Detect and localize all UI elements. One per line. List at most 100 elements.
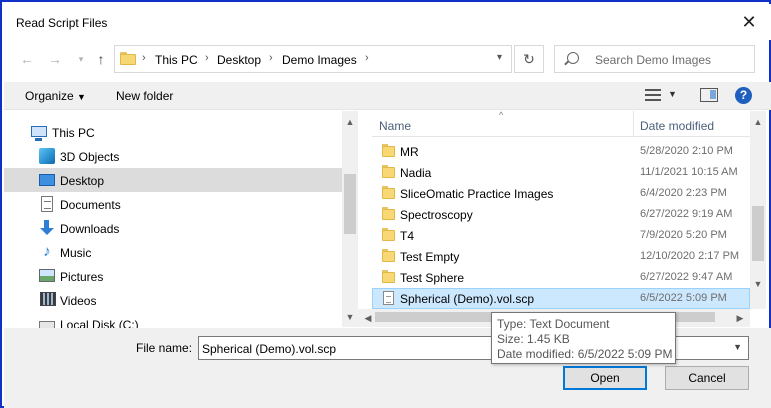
picture-icon [39,269,55,282]
chevron-down-icon[interactable]: ▼ [733,342,742,352]
navigation-row: ← → ▾ ↑ › This PC › Desktop › Demo Image… [4,42,771,76]
nav-item-label: 3D Objects [60,150,120,164]
address-bar[interactable]: › This PC › Desktop › Demo Images › ▾ [114,45,512,73]
file-date: 7/9/2020 5:20 PM [640,229,727,241]
new-folder-button[interactable]: New folder [116,89,173,103]
dialog-window: Read Script Files ✕ ← → ▾ ↑ › This PC › … [0,0,771,408]
command-bar: Organize ▼ New folder ▼ ? [4,82,771,110]
search-icon [567,52,579,64]
file-date: 6/5/2022 5:09 PM [640,292,727,304]
file-date: 6/4/2020 2:23 PM [640,187,727,199]
scroll-up-icon[interactable]: ▲ [342,114,358,130]
file-name-label: File name: [136,341,193,355]
folder-icon [382,144,396,158]
organize-label: Organize [25,89,74,103]
nav-item-music[interactable]: ♪ Music [4,240,342,264]
file-name: T4 [400,229,415,243]
file-row[interactable]: Spectroscopy 6/27/2022 9:19 AM [372,204,750,225]
organize-button[interactable]: Organize ▼ [25,89,86,103]
file-row[interactable]: SliceOmatic Practice Images 6/4/2020 2:2… [372,183,750,204]
scroll-up-icon[interactable]: ▲ [750,114,766,130]
view-dropdown-icon[interactable]: ▼ [668,89,677,99]
music-note-icon: ♪ [43,243,51,260]
file-list-scrollbar[interactable]: ▲ ▼ [750,111,766,309]
open-button[interactable]: Open [563,366,647,390]
dialog-title: Read Script Files [16,16,108,30]
scrollbar-thumb[interactable] [344,174,356,234]
tooltip-type: Type: Text Document [497,317,610,331]
file-name: SliceOmatic Practice Images [400,187,554,201]
nav-item-this-pc[interactable]: This PC [4,120,342,144]
file-name-value: Spherical (Demo).vol.scp [202,342,337,356]
help-icon[interactable]: ? [735,87,752,104]
cancel-button[interactable]: Cancel [665,366,749,390]
file-name: Spherical (Demo).vol.scp [400,292,535,306]
file-name: Test Sphere [400,271,465,285]
scroll-left-icon[interactable]: ◀ [360,309,376,327]
film-icon [40,292,56,306]
column-header-date[interactable]: Date modified [640,119,714,133]
scroll-right-icon[interactable]: ▶ [732,309,748,327]
folder-icon [382,207,396,221]
nav-item-downloads[interactable]: Downloads [4,216,342,240]
sort-ascending-icon: ^ [499,110,504,120]
desktop-icon [39,174,55,186]
folder-icon [120,52,136,65]
folder-icon [382,270,396,284]
back-arrow-icon[interactable]: ← [18,51,36,67]
nav-item-label: Desktop [60,174,105,188]
column-header-row: ^ Name Date modified [372,110,750,137]
file-row[interactable]: Test Sphere 6/27/2022 9:47 AM [372,267,750,288]
forward-arrow-icon[interactable]: → [46,51,64,67]
column-header-name[interactable]: Name [379,119,411,133]
breadcrumb-chevron-icon: › [142,52,146,64]
nav-item-documents[interactable]: Documents [4,192,342,216]
file-row[interactable]: Nadia 11/1/2021 10:15 AM [372,162,750,183]
computer-icon [31,126,47,141]
nav-item-label: Downloads [60,222,120,236]
file-name: Spectroscopy [400,208,473,222]
file-date: 12/10/2020 2:17 PM [640,250,740,262]
nav-item-pictures[interactable]: Pictures [4,264,342,288]
breadcrumb-demo-images[interactable]: Demo Images [282,53,357,67]
tooltip-date: Date modified: 6/5/2022 5:09 PM [497,347,673,361]
file-row[interactable]: Test Empty 12/10/2020 2:17 PM [372,246,750,267]
search-box[interactable]: Search Demo Images [554,45,755,73]
scroll-down-icon[interactable]: ▼ [342,309,358,325]
nav-item-label: This PC [52,126,95,140]
nav-item-3d-objects[interactable]: 3D Objects [4,144,342,168]
breadcrumb-this-pc[interactable]: This PC [155,53,198,67]
nav-item-desktop[interactable]: Desktop [4,168,342,192]
nav-item-label: Documents [60,198,121,212]
breadcrumb-chevron-icon: › [365,52,369,64]
view-options-icon[interactable] [645,89,661,101]
breadcrumb-desktop[interactable]: Desktop [217,53,261,67]
file-row[interactable]: MR 5/28/2020 2:10 PM [372,141,750,162]
file-date: 11/1/2021 10:15 AM [640,166,738,178]
preview-pane-icon[interactable] [700,88,718,102]
folder-icon [382,249,396,263]
up-arrow-icon[interactable]: ↑ [92,51,110,67]
search-placeholder: Search Demo Images [595,53,712,67]
file-row-selected[interactable]: Spherical (Demo).vol.scp 6/5/2022 5:09 P… [372,288,750,309]
text-file-icon [382,291,396,305]
address-dropdown-icon[interactable]: ▾ [497,52,502,63]
folder-icon [382,228,396,242]
nav-item-label: Videos [60,294,97,308]
file-date: 6/27/2022 9:19 AM [640,208,733,220]
refresh-icon[interactable]: ↻ [514,45,544,73]
folder-icon [382,186,396,200]
nav-item-videos[interactable]: Videos [4,288,342,312]
nav-item-label: Music [60,246,92,260]
file-name: Nadia [400,166,432,180]
document-icon [41,196,53,212]
nav-pane-scrollbar[interactable]: ▲ ▼ [342,111,358,327]
scroll-down-icon[interactable]: ▼ [750,276,766,292]
recent-locations-chevron-icon[interactable]: ▾ [72,51,90,67]
breadcrumb-chevron-icon: › [205,52,209,64]
chevron-down-icon: ▼ [77,92,86,102]
tooltip-size: Size: 1.45 KB [497,332,570,346]
file-row[interactable]: T4 7/9/2020 5:20 PM [372,225,750,246]
scrollbar-thumb[interactable] [752,206,764,261]
close-icon[interactable]: ✕ [739,12,759,32]
